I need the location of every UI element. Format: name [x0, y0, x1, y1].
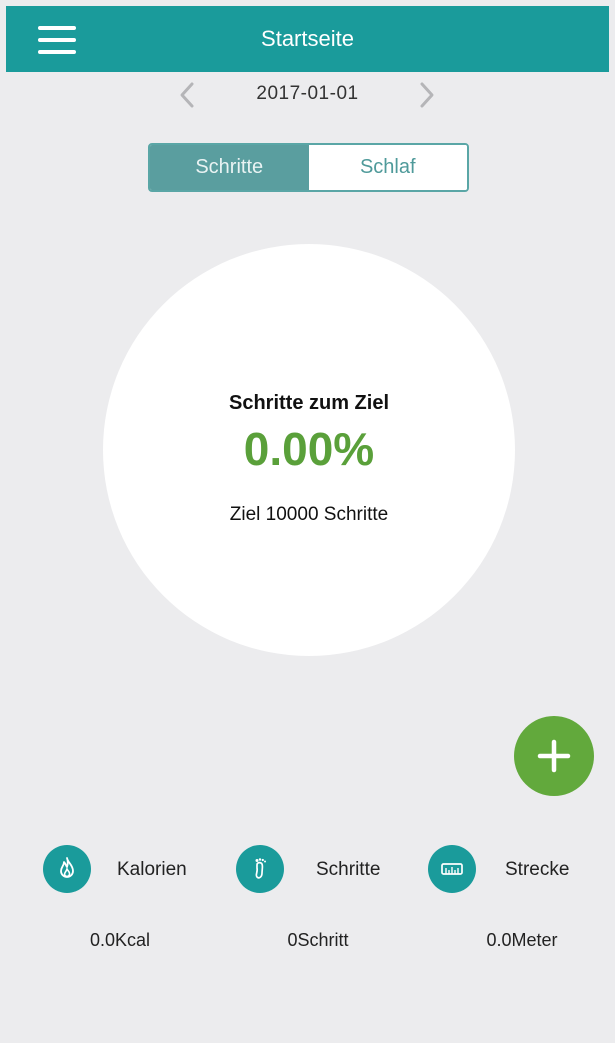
stat-value-schritte: 0Schritt: [287, 930, 349, 950]
tab-segmented-control: Schritte Schlaf: [148, 143, 469, 192]
stat-kalorien: Kalorien: [43, 845, 203, 895]
stat-value-strecke: 0.0Meter: [486, 930, 558, 950]
stat-strecke: Strecke: [428, 845, 588, 895]
page-title: Startseite: [261, 26, 354, 51]
stat-schritte: Schritte: [236, 845, 396, 895]
ruler-icon: [428, 845, 476, 893]
app-header: Startseite: [6, 6, 609, 72]
chevron-right-icon[interactable]: [411, 80, 441, 110]
add-button[interactable]: [514, 716, 594, 796]
date-navigation: 2017-01-01: [0, 74, 615, 118]
stat-value-kalorien: 0.0Kcal: [89, 930, 151, 950]
hamburger-menu-icon[interactable]: [36, 23, 78, 57]
progress-label: Schritte zum Ziel: [228, 392, 390, 414]
progress-goal: Ziel 10000 Schritte: [229, 504, 389, 525]
footprint-icon: [236, 845, 284, 893]
tab-schritte[interactable]: Schritte: [150, 145, 309, 190]
flame-icon: [43, 845, 91, 893]
app-screen: Startseite 2017-01-01 Schritte Schlaf Sc…: [0, 0, 615, 1043]
stat-label-schritte: Schritte: [316, 859, 381, 880]
stat-label-kalorien: Kalorien: [117, 859, 187, 880]
tab-schlaf[interactable]: Schlaf: [308, 145, 467, 190]
current-date: 2017-01-01: [256, 83, 359, 104]
stat-label-strecke: Strecke: [505, 859, 570, 880]
progress-circle: Schritte zum Ziel 0.00% Ziel 10000 Schri…: [103, 244, 515, 656]
progress-percent: 0.00%: [243, 423, 375, 475]
plus-icon: [537, 739, 571, 773]
